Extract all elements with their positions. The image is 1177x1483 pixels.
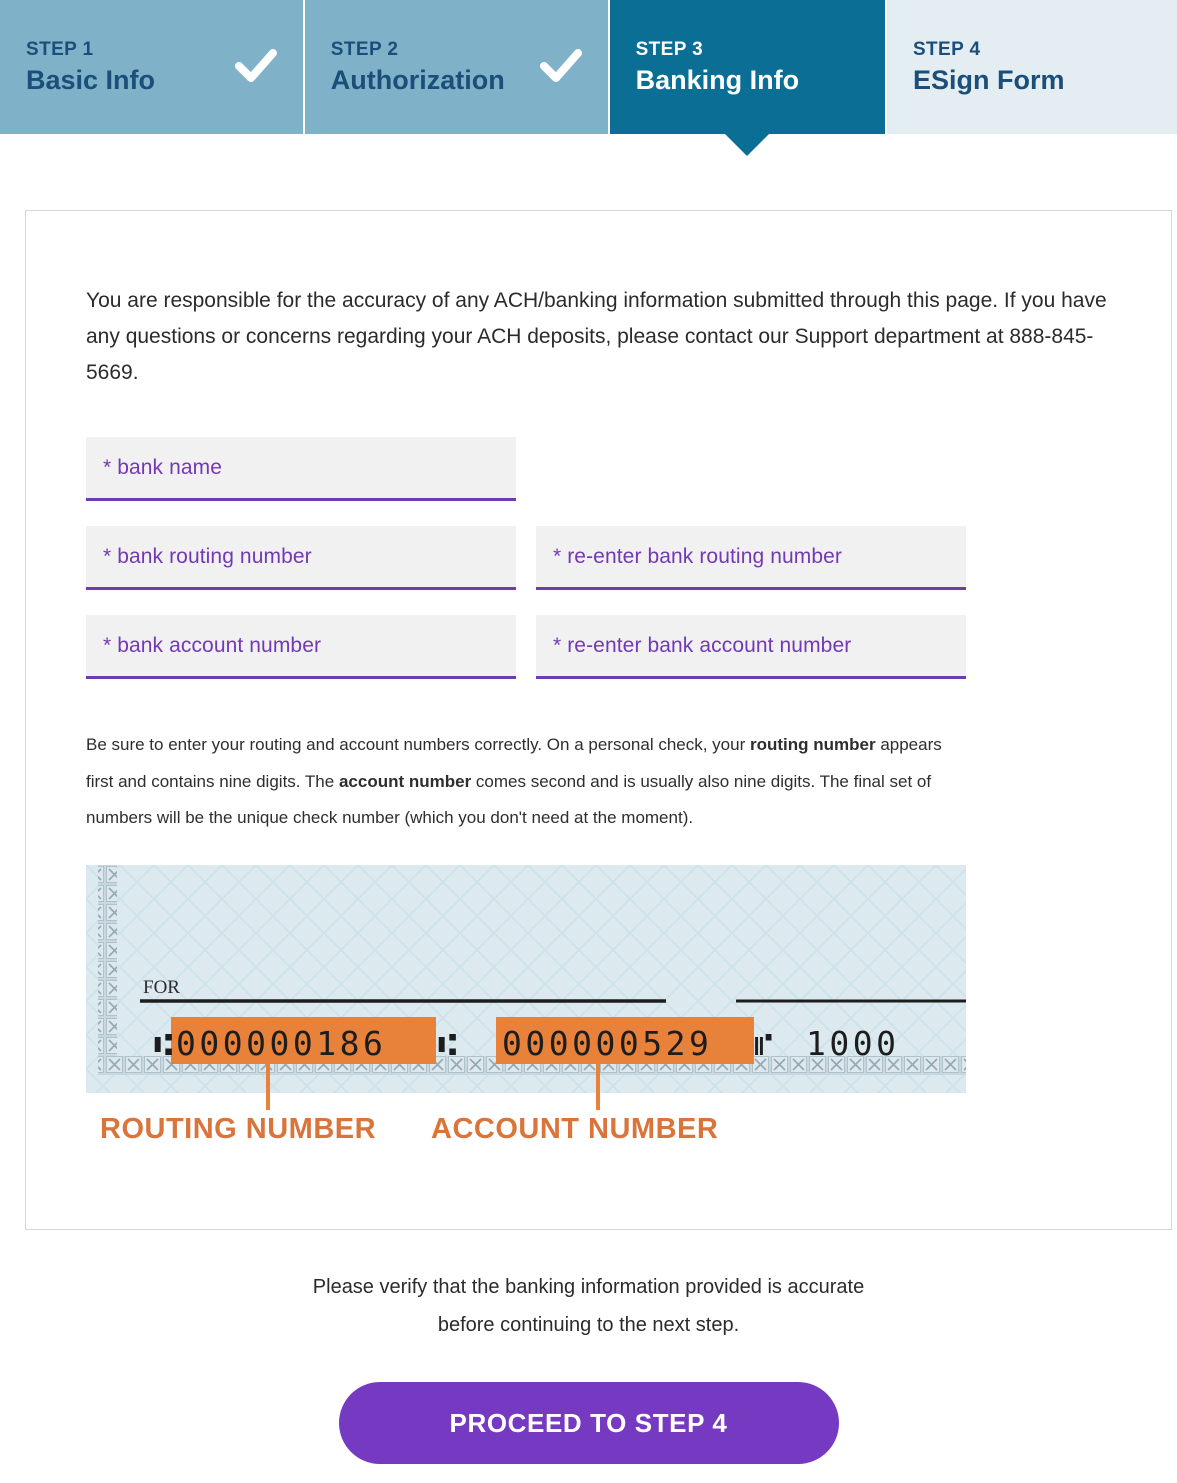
step-progress-bar: STEP 1 Basic Info STEP 2 Authorization S… xyxy=(0,0,1177,156)
step-2-text: STEP 2 Authorization xyxy=(331,38,505,96)
step-1-text: STEP 1 Basic Info xyxy=(26,38,155,96)
banking-form: * bank name * bank routing number * re-e… xyxy=(86,437,1111,680)
step-4-text: STEP 4 ESign Form xyxy=(913,38,1065,96)
routing-account-help-text: Be sure to enter your routing and accoun… xyxy=(86,727,946,837)
active-step-pointer xyxy=(724,133,771,156)
form-row-account: * bank account number * re-enter bank ac… xyxy=(86,615,1111,680)
check-icon xyxy=(234,49,277,82)
bank-name-input[interactable]: * bank name xyxy=(86,437,516,502)
bank-account-number-input[interactable]: * bank account number xyxy=(86,615,516,680)
form-row-bank-name: * bank name xyxy=(86,437,1111,502)
micr-check-number: 1000 xyxy=(806,1024,899,1063)
step-item-3[interactable]: STEP 3 Banking Info xyxy=(609,0,885,156)
reenter-bank-routing-number-input[interactable]: * re-enter bank routing number xyxy=(536,526,966,591)
bank-account-number-placeholder: * bank account number xyxy=(103,633,322,657)
step-2-label: Authorization xyxy=(330,64,505,95)
form-row-routing: * bank routing number * re-enter bank ro… xyxy=(86,526,1111,591)
step-item-4[interactable]: STEP 4 ESign Form xyxy=(886,0,1177,134)
reenter-bank-routing-number-placeholder: * re-enter bank routing number xyxy=(553,544,842,568)
bank-routing-number-input[interactable]: * bank routing number xyxy=(86,526,516,591)
help-text-part-1: Be sure to enter your routing and accoun… xyxy=(86,735,750,755)
micr-routing-number: 000000186 xyxy=(176,1024,386,1063)
step-item-1[interactable]: STEP 1 Basic Info xyxy=(0,0,303,134)
proceed-to-step-4-button[interactable]: PROCEED TO STEP 4 xyxy=(338,1382,839,1464)
check-icon xyxy=(539,49,582,82)
step-4-number: STEP 4 xyxy=(912,38,981,60)
svg-text:⑆: ⑆ xyxy=(154,1027,174,1063)
form-spacer xyxy=(536,437,966,501)
reenter-bank-account-number-placeholder: * re-enter bank account number xyxy=(553,633,852,657)
verify-line-1: Please verify that the banking informati… xyxy=(312,1276,865,1298)
svg-text:⑈: ⑈ xyxy=(754,1027,773,1063)
help-text-bold-account: account number xyxy=(338,771,472,791)
step-4-label: ESign Form xyxy=(912,64,1065,95)
check-diagram: FOR ⑆ 000000186 ⑆ 000000529 ⑈ 1000 ROUTI… xyxy=(86,864,966,1145)
banking-info-card: You are responsible for the accuracy of … xyxy=(25,210,1172,1230)
account-number-caption: ACCOUNT NUMBER xyxy=(431,1113,718,1145)
verify-banking-notice: Please verify that the banking informati… xyxy=(0,1268,1177,1344)
svg-text:⑆: ⑆ xyxy=(438,1027,457,1063)
micr-account-number: 000000529 xyxy=(502,1024,712,1063)
step-item-2[interactable]: STEP 2 Authorization xyxy=(304,0,608,134)
reenter-bank-account-number-input[interactable]: * re-enter bank account number xyxy=(536,615,966,680)
step-3-label: Banking Info xyxy=(635,64,800,95)
step-3-number: STEP 3 xyxy=(635,38,704,60)
step-1-number: STEP 1 xyxy=(26,38,94,60)
step-2-number: STEP 2 xyxy=(330,38,399,60)
bank-name-placeholder: * bank name xyxy=(103,455,223,479)
bank-routing-number-placeholder: * bank routing number xyxy=(103,544,312,568)
verify-line-2: before continuing to the next step. xyxy=(437,1314,740,1336)
step-3-text: STEP 3 Banking Info xyxy=(636,38,800,96)
step-1-label: Basic Info xyxy=(26,64,156,95)
sample-check-image: FOR ⑆ 000000186 ⑆ 000000529 ⑈ 1000 ROUTI… xyxy=(86,864,966,1150)
routing-number-caption: ROUTING NUMBER xyxy=(100,1113,376,1145)
help-text-bold-routing: routing number xyxy=(749,735,876,755)
for-label: FOR xyxy=(143,977,180,998)
cta-container: PROCEED TO STEP 4 xyxy=(0,1382,1177,1464)
responsibility-notice: You are responsible for the accuracy of … xyxy=(86,289,1107,385)
